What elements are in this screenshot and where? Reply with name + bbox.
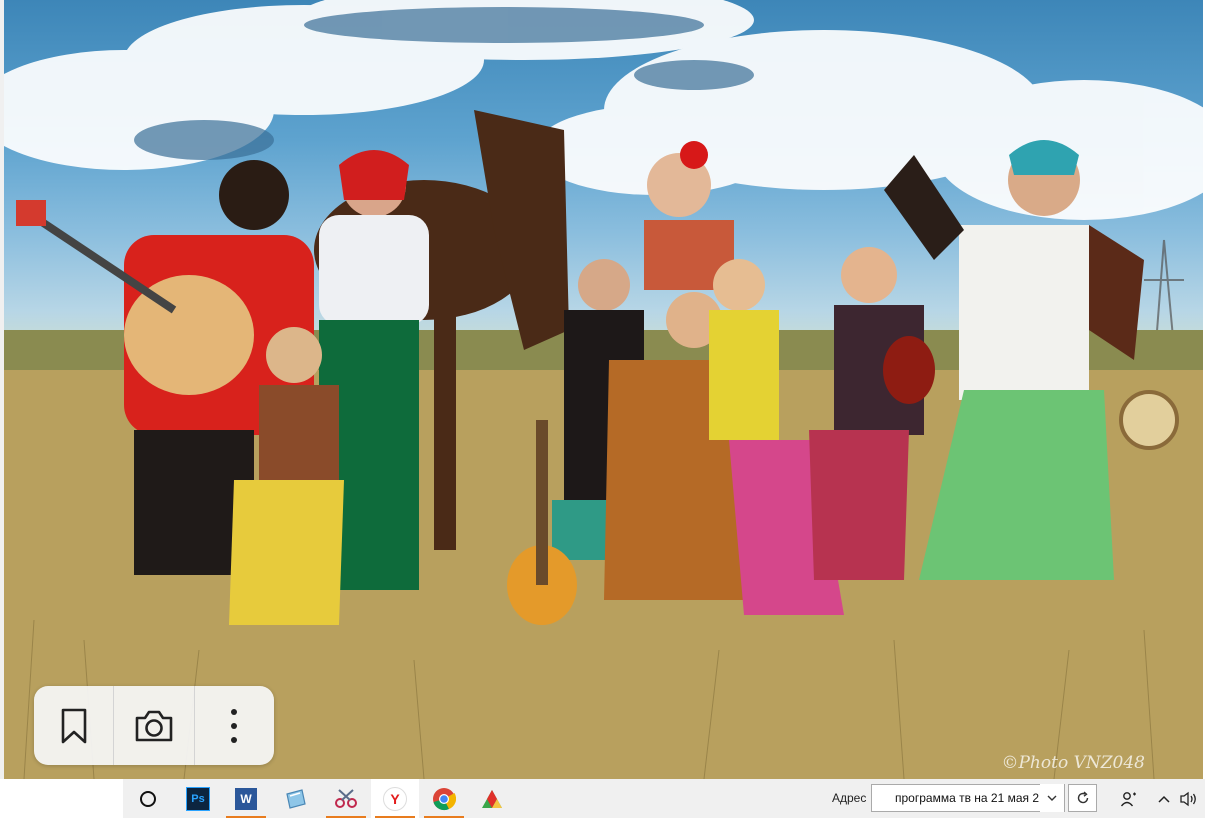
taskbar-scissors-app[interactable] (322, 779, 370, 818)
photo-view[interactable]: ©Photo VNZ048 (4, 0, 1203, 779)
taskbar-chrome[interactable] (420, 779, 468, 818)
taskbar-word[interactable]: W (222, 779, 270, 818)
camera-icon (135, 710, 173, 741)
address-input[interactable]: программа тв на 21 мая 2 (871, 784, 1065, 812)
chevron-down-icon (1047, 795, 1057, 801)
taskbar-app-blue[interactable] (272, 779, 320, 818)
refresh-icon (1077, 791, 1088, 804)
tray-volume-button[interactable] (1177, 779, 1201, 818)
taskbar-color-app[interactable] (468, 779, 516, 818)
taskbar-yandex-browser[interactable]: Y (371, 779, 419, 818)
camera-search-button[interactable] (114, 686, 195, 765)
yandex-icon: Y (383, 786, 407, 811)
volume-icon (1180, 791, 1196, 806)
bookmark-button[interactable] (34, 686, 115, 765)
photo-watermark: ©Photo VNZ048 (1001, 753, 1145, 773)
more-options-button[interactable] (195, 686, 274, 765)
taskbar-search-button[interactable] (124, 779, 172, 818)
taskbar-photoshop[interactable]: Ps (174, 779, 222, 818)
app-icon (286, 788, 306, 809)
bookmark-icon (61, 708, 86, 743)
taskbar-left-blank (0, 779, 123, 818)
image-action-toolbar (34, 686, 274, 765)
chevron-up-icon (1158, 795, 1170, 803)
triangle-app-icon (482, 789, 502, 808)
address-refresh-button[interactable] (1068, 784, 1097, 812)
tray-people-button[interactable] (1117, 779, 1141, 818)
tray-show-hidden-button[interactable] (1152, 779, 1176, 818)
windows-taskbar: Ps W Y Адрес программа тв на 21 мая 2 (0, 779, 1205, 818)
scissors-icon (335, 788, 357, 808)
photoshop-icon: Ps (186, 786, 210, 811)
photo-illustration (4, 0, 1203, 779)
address-label: Адрес (832, 791, 867, 805)
circle-icon (140, 790, 156, 807)
people-icon (1120, 791, 1136, 806)
address-dropdown-button[interactable] (1040, 784, 1064, 812)
more-vertical-icon (231, 708, 238, 743)
word-icon: W (235, 787, 257, 810)
chrome-icon (433, 787, 456, 810)
